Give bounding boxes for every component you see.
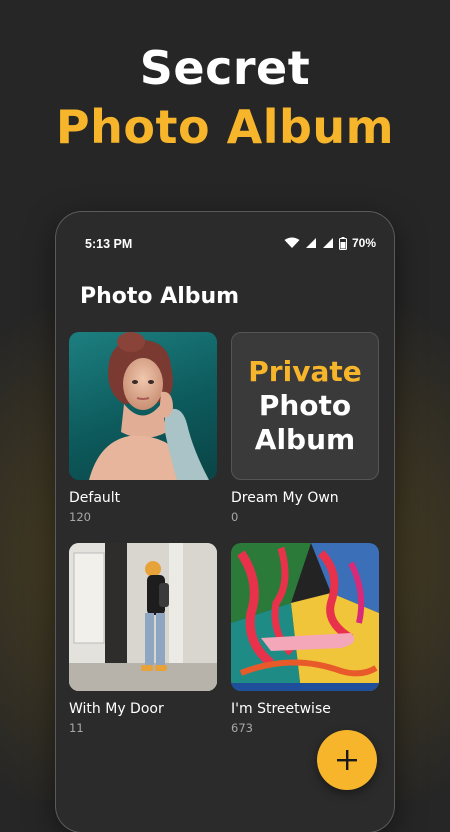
- album-tile-default[interactable]: Default 120: [69, 332, 219, 524]
- album-name: Default: [69, 490, 121, 506]
- app-title: Photo Album: [80, 284, 240, 309]
- street-photo-image: [69, 543, 217, 691]
- add-album-button[interactable]: [317, 730, 377, 790]
- status-bar: 5:13 PM 70%: [56, 212, 394, 251]
- private-album-placeholder: Private Photo Album: [231, 332, 379, 480]
- plus-icon: [337, 750, 357, 770]
- album-name: With My Door: [69, 701, 164, 717]
- placeholder-line-2: Photo: [258, 389, 352, 422]
- promo-headline: Secret Photo Album: [0, 40, 450, 158]
- album-count: 0: [231, 510, 239, 524]
- placeholder-line-1: Private: [248, 355, 362, 388]
- album-name: I'm Streetwise: [231, 701, 331, 717]
- album-count: 11: [69, 721, 84, 735]
- battery-percent: 70%: [351, 236, 376, 250]
- album-tile-dream-my-own[interactable]: Private Photo Album Dream My Own 0: [231, 332, 381, 524]
- abstract-art-image: [231, 543, 379, 691]
- promo-line-1: Secret: [139, 41, 311, 95]
- portrait-photo-image: [89, 332, 209, 480]
- promo-line-2: Photo Album: [55, 100, 395, 154]
- album-tile-with-my-door[interactable]: With My Door 11: [69, 543, 219, 735]
- album-thumbnail: [69, 332, 217, 480]
- album-thumbnail: [69, 543, 217, 691]
- status-icons: 70%: [284, 236, 376, 250]
- signal-icon: [305, 238, 316, 248]
- wifi-icon: [284, 237, 300, 248]
- album-tile-im-streetwise[interactable]: I'm Streetwise 673: [231, 543, 381, 735]
- signal-icon: [322, 238, 333, 248]
- placeholder-line-3: Album: [254, 423, 356, 456]
- battery-icon: [338, 236, 347, 250]
- status-time: 5:13 PM: [85, 237, 133, 251]
- album-thumbnail: [231, 543, 379, 691]
- album-count: 120: [69, 510, 91, 524]
- album-name: Dream My Own: [231, 490, 339, 506]
